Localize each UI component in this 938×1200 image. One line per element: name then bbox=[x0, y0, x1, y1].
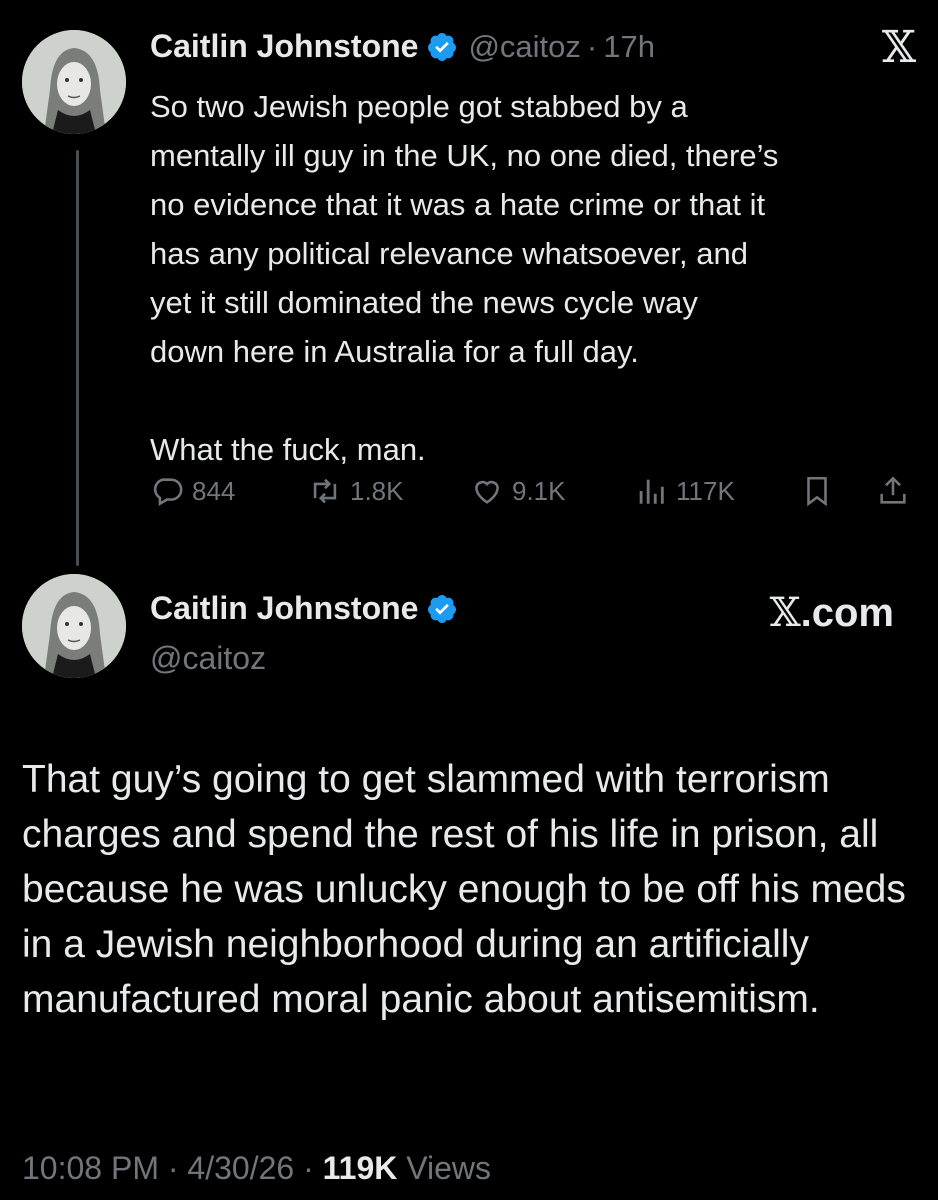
verified-badge-icon bbox=[428, 594, 457, 623]
like-count: 9.1K bbox=[512, 475, 566, 506]
bookmark-icon bbox=[807, 476, 827, 507]
tweet-action-bar: 844 1.8K 9.1K 117K bbox=[150, 474, 920, 518]
author-name[interactable]: Caitlin Johnstone bbox=[150, 28, 418, 65]
author-avatar[interactable] bbox=[22, 30, 126, 134]
repost-button[interactable]: 1.8K bbox=[308, 474, 404, 508]
x-com-logo: 𝕏.com bbox=[770, 590, 894, 636]
x-logo-icon: 𝕏 bbox=[769, 590, 801, 636]
heart-icon bbox=[475, 480, 499, 504]
share-button[interactable] bbox=[876, 474, 918, 508]
like-button[interactable]: 9.1K bbox=[470, 474, 566, 508]
reply-button[interactable]: 844 bbox=[150, 474, 235, 508]
repost-icon bbox=[313, 478, 337, 504]
views-total: 119K bbox=[322, 1150, 398, 1186]
tweet-text: So two Jewish people got stabbed by a me… bbox=[150, 89, 779, 467]
repost-count: 1.8K bbox=[350, 475, 404, 506]
quoted-author-avatar[interactable] bbox=[22, 574, 126, 678]
verified-badge-icon bbox=[428, 32, 457, 61]
views-button[interactable]: 117K bbox=[634, 474, 735, 508]
tweet-meta: 10:08 PM · 4/30/26 · 119K Views bbox=[22, 1150, 491, 1187]
reply-count: 844 bbox=[192, 475, 236, 506]
separator-dot: · bbox=[586, 28, 598, 64]
reply-icon bbox=[153, 478, 183, 507]
views-label: Views bbox=[397, 1150, 492, 1186]
x-com-label: .com bbox=[800, 591, 894, 635]
quoted-author-handle[interactable]: @caitoz bbox=[150, 640, 266, 677]
share-icon bbox=[880, 476, 906, 504]
quoted-tweet-text: That guy’s going to get slammed with ter… bbox=[22, 758, 906, 1021]
tweet-header: Caitlin Johnstone @caitoz · 17h bbox=[150, 28, 655, 65]
tweet-time[interactable]: 17h bbox=[603, 29, 655, 65]
timestamp[interactable]: 10:08 PM · 4/30/26 · bbox=[22, 1150, 323, 1186]
thread-line bbox=[76, 150, 79, 566]
quoted-author-name[interactable]: Caitlin Johnstone bbox=[150, 590, 418, 627]
quoted-tweet-header: Caitlin Johnstone bbox=[150, 590, 458, 627]
bookmark-button[interactable] bbox=[800, 474, 842, 508]
x-logo-icon[interactable]: 𝕏 bbox=[882, 26, 916, 70]
author-handle[interactable]: @caitoz bbox=[468, 29, 580, 65]
views-count: 117K bbox=[676, 475, 735, 506]
views-bar-chart-icon bbox=[639, 479, 664, 504]
